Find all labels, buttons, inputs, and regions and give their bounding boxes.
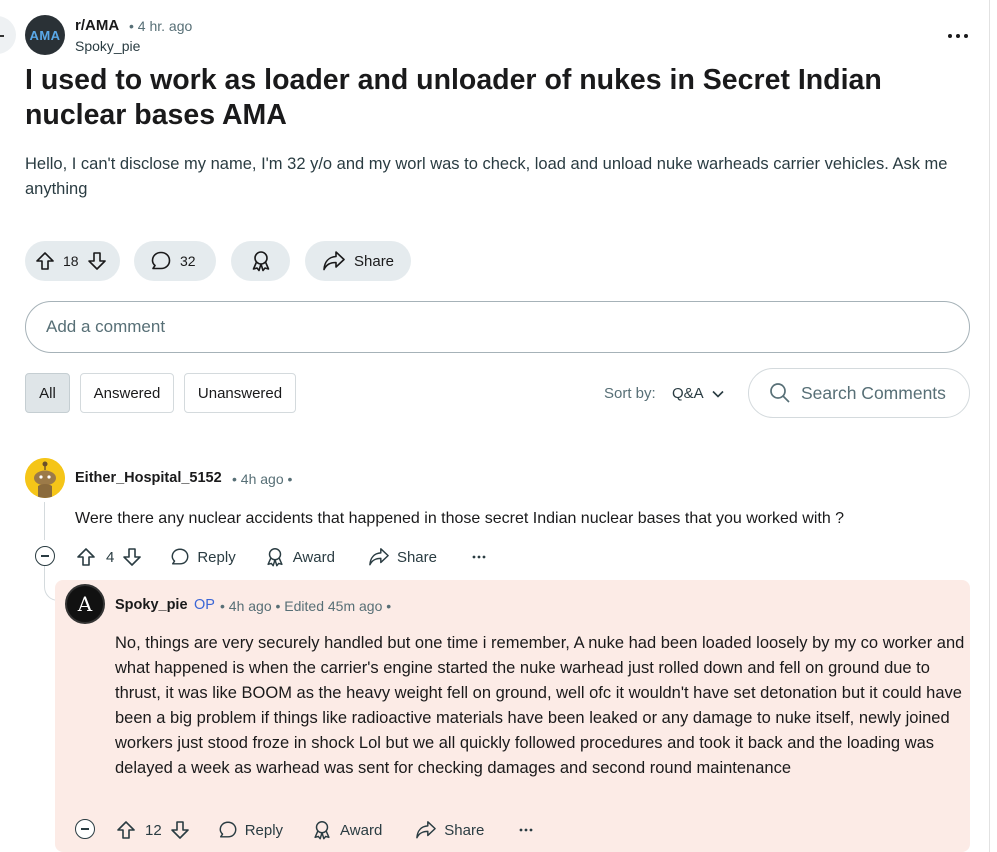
add-comment-input[interactable] [46, 317, 969, 337]
comment-author-link[interactable]: Spoky_pie [115, 597, 188, 613]
sort-label: Sort by: [604, 385, 656, 402]
comment-meta: • 4h ago • [232, 471, 293, 487]
scrollbar[interactable] [989, 0, 990, 852]
comment-body: No, things are very securely handled but… [115, 634, 965, 777]
collapse-thread-button[interactable] [75, 819, 95, 839]
filter-all-button[interactable]: All [25, 373, 70, 413]
comment-meta: • 4h ago • Edited 45m ago • [220, 598, 392, 614]
upvote-icon[interactable] [76, 547, 96, 567]
downvote-icon[interactable] [170, 820, 190, 840]
sort-dropdown[interactable]: Q&A [672, 385, 704, 402]
more-options-icon[interactable] [518, 822, 534, 838]
comment-author-link[interactable]: Either_Hospital_5152 [75, 470, 222, 486]
award-icon [314, 821, 330, 840]
share-icon [416, 821, 437, 839]
downvote-icon[interactable] [87, 251, 107, 271]
comment-actions: 4 Reply Award Share [76, 546, 487, 568]
share-button[interactable]: Share [305, 241, 411, 281]
avatar-letter: A [77, 592, 93, 616]
search-comments-box[interactable] [748, 368, 970, 418]
filter-unanswered-button[interactable]: Unanswered [184, 373, 296, 413]
award-label: Award [340, 821, 383, 839]
comment-count: 32 [180, 253, 196, 269]
back-arrow-icon [0, 35, 4, 37]
comment-bubble-icon [150, 250, 172, 272]
reply-button[interactable]: Reply [170, 547, 236, 567]
share-label: Share [396, 548, 437, 566]
chevron-down-icon[interactable] [711, 387, 725, 401]
post-time: • 4 hr. ago [129, 18, 193, 34]
add-comment-box[interactable] [25, 301, 970, 353]
avatar[interactable] [25, 458, 65, 498]
upvote-icon[interactable] [116, 820, 136, 840]
comment-vote-count: 12 [145, 821, 162, 839]
post-title: I used to work as loader and unloader of… [25, 64, 882, 131]
snoo-avatar-icon [25, 458, 65, 498]
search-comments-input[interactable] [801, 382, 961, 404]
reply-label: Reply [197, 548, 236, 566]
award-label: Award [292, 548, 335, 566]
downvote-icon[interactable] [122, 547, 142, 567]
upvote-count: 18 [63, 253, 79, 269]
subreddit-link[interactable]: r/AMA [75, 17, 119, 34]
award-button[interactable]: Award [264, 546, 335, 568]
comment-bubble-icon [171, 548, 189, 565]
comment-actions: 12 Reply Award Share [116, 819, 534, 841]
comment-vote-count: 4 [106, 548, 115, 566]
comments-button[interactable]: 32 [134, 241, 216, 281]
subreddit-avatar-text: AMA [29, 27, 61, 43]
filter-answered-button[interactable]: Answered [80, 373, 174, 413]
op-badge: OP [194, 597, 215, 613]
reply-label: Reply [244, 821, 284, 839]
post-author-link[interactable]: Spoky_pie [75, 38, 140, 54]
award-icon [267, 548, 283, 567]
subreddit-avatar[interactable]: AMA [25, 15, 65, 55]
collapse-thread-button[interactable] [35, 546, 55, 566]
share-icon [322, 250, 346, 272]
thread-line [44, 502, 45, 540]
share-label: Share [354, 252, 395, 270]
share-button[interactable]: Share [368, 547, 437, 567]
share-button[interactable]: Share [415, 820, 484, 840]
award-button[interactable]: Award [311, 819, 382, 841]
more-options-icon[interactable] [946, 24, 970, 48]
vote-group: 18 [25, 241, 120, 281]
avatar[interactable]: A [65, 584, 105, 624]
reply-button[interactable]: Reply [218, 820, 283, 840]
award-button[interactable] [231, 241, 290, 281]
comment-bubble-icon [219, 821, 237, 838]
post-body: Hello, I can't disclose my name, I'm 32 … [25, 155, 948, 198]
upvote-icon[interactable] [35, 251, 55, 271]
share-label: Share [444, 821, 485, 839]
award-icon [249, 249, 273, 273]
more-options-icon[interactable] [471, 549, 487, 565]
comment-body: Were there any nuclear accidents that ha… [75, 510, 845, 527]
search-icon [769, 382, 791, 404]
share-icon [369, 548, 389, 566]
